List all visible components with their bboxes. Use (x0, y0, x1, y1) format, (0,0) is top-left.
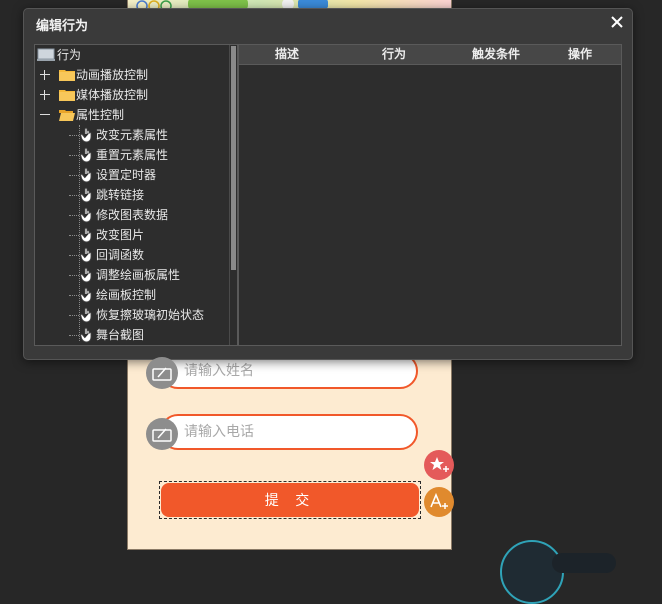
tree-item-label: 设置定时器 (96, 168, 157, 182)
hand-pointer-icon (80, 267, 94, 283)
text-add-icon[interactable] (424, 487, 454, 517)
tree-guide-line (69, 195, 79, 196)
tree-item-label: 改变元素属性 (96, 128, 169, 142)
hand-pointer-icon (80, 167, 94, 183)
close-icon[interactable] (608, 13, 626, 31)
tree-group-animation[interactable]: 动画播放控制 (35, 65, 225, 85)
folder-icon (59, 90, 75, 101)
tree-guide-line (69, 175, 79, 176)
hand-pointer-icon (80, 287, 94, 303)
submit-button[interactable]: 提 交 (161, 483, 419, 517)
tree-root-label: 行为 (57, 48, 82, 62)
expand-icon[interactable] (40, 90, 50, 100)
tree-item[interactable]: 重置元素属性 (35, 145, 225, 165)
tree-item-label: 恢复擦玻璃初始状态 (96, 308, 205, 322)
tree-guide-line (69, 295, 79, 296)
tree-item[interactable]: 调整绘画板属性 (35, 265, 225, 285)
tree-item-label: 舞台截图 (96, 328, 145, 342)
tree-item[interactable]: 设置定时器 (35, 165, 225, 185)
hand-pointer-icon (80, 227, 94, 243)
tree-item-label: 绘画板控制 (96, 288, 157, 302)
column-header-trigger[interactable]: 触发条件 (453, 45, 539, 64)
behavior-tree: 行为 动画播放控制 媒体播放控制 属性控制 改变元素属性 重置元素属性 设置定时器跳… (34, 44, 238, 346)
behavior-table: 描述 行为 触发条件 操作 (238, 44, 622, 346)
hand-pointer-icon (80, 147, 94, 163)
tree-guide-line (69, 155, 79, 156)
hand-pointer-icon (80, 327, 94, 343)
tree-guide-line (69, 135, 79, 136)
tree-item[interactable]: 回调函数 (35, 245, 225, 265)
hand-pointer-icon (80, 247, 94, 263)
tree-item[interactable]: 改变图片 (35, 225, 225, 245)
tree-scrollbar-thumb[interactable] (231, 46, 236, 270)
tree-scrollbar[interactable] (229, 45, 237, 345)
tree-group-media[interactable]: 媒体播放控制 (35, 85, 225, 105)
collapse-icon[interactable] (40, 110, 50, 120)
tree-guide-line (69, 235, 79, 236)
tree-item-label: 回调函数 (96, 248, 145, 262)
expand-icon[interactable] (40, 70, 50, 80)
tree-guide-line (69, 275, 79, 276)
tree-item[interactable]: 恢复擦玻璃初始状态 (35, 305, 225, 325)
tree-group-label: 媒体播放控制 (76, 88, 149, 102)
input-field-icon[interactable] (146, 357, 178, 389)
hand-pointer-icon (80, 127, 94, 143)
tree-item[interactable]: 改变元素属性 (35, 125, 225, 145)
zoom-dial[interactable] (500, 540, 564, 604)
tree-item[interactable]: 修改图表数据 (35, 205, 225, 225)
tree-item-label: 调整绘画板属性 (96, 268, 181, 282)
tree-guide-line (69, 335, 79, 336)
folder-open-icon (59, 110, 75, 121)
hand-pointer-icon (80, 307, 94, 323)
tree-guide-line (69, 215, 79, 216)
hand-pointer-icon (80, 207, 94, 223)
tree-item-label: 跳转链接 (96, 188, 145, 202)
tree-guide-line (69, 255, 79, 256)
folder-icon (59, 70, 75, 81)
table-header: 描述 行为 触发条件 操作 (239, 45, 621, 65)
tree-item-label: 重置元素属性 (96, 148, 169, 162)
dialog-title: 编辑行为 (36, 19, 89, 34)
tree-guide-line (69, 315, 79, 316)
column-header-action[interactable]: 操作 (539, 45, 621, 64)
tree-group-label: 动画播放控制 (76, 68, 149, 82)
computer-icon (37, 48, 55, 61)
submit-selection-frame[interactable]: 提 交 (159, 481, 421, 519)
hand-pointer-icon (80, 187, 94, 203)
tree-item[interactable]: 绘画板控制 (35, 285, 225, 305)
column-header-behavior[interactable]: 行为 (335, 45, 453, 64)
phone-field-row (146, 414, 446, 454)
tree-group-property[interactable]: 属性控制 (35, 105, 225, 125)
column-header-description[interactable]: 描述 (239, 45, 335, 64)
tree-item-label: 修改图表数据 (96, 208, 169, 222)
zoom-dial-tail (552, 553, 616, 573)
input-field-icon[interactable] (146, 418, 178, 450)
phone-input[interactable] (160, 414, 418, 450)
tree-item-label: 改变图片 (96, 228, 145, 242)
tree-group-label: 属性控制 (76, 108, 125, 122)
edit-behavior-dialog: 编辑行为 行为 动画播放控制 媒体播放控制 属性控制 改变元素属性 重置元素属性… (23, 8, 633, 360)
star-add-icon[interactable] (424, 450, 454, 480)
tree-item[interactable]: 跳转链接 (35, 185, 225, 205)
tree-item[interactable]: 舞台截图 (35, 325, 225, 345)
